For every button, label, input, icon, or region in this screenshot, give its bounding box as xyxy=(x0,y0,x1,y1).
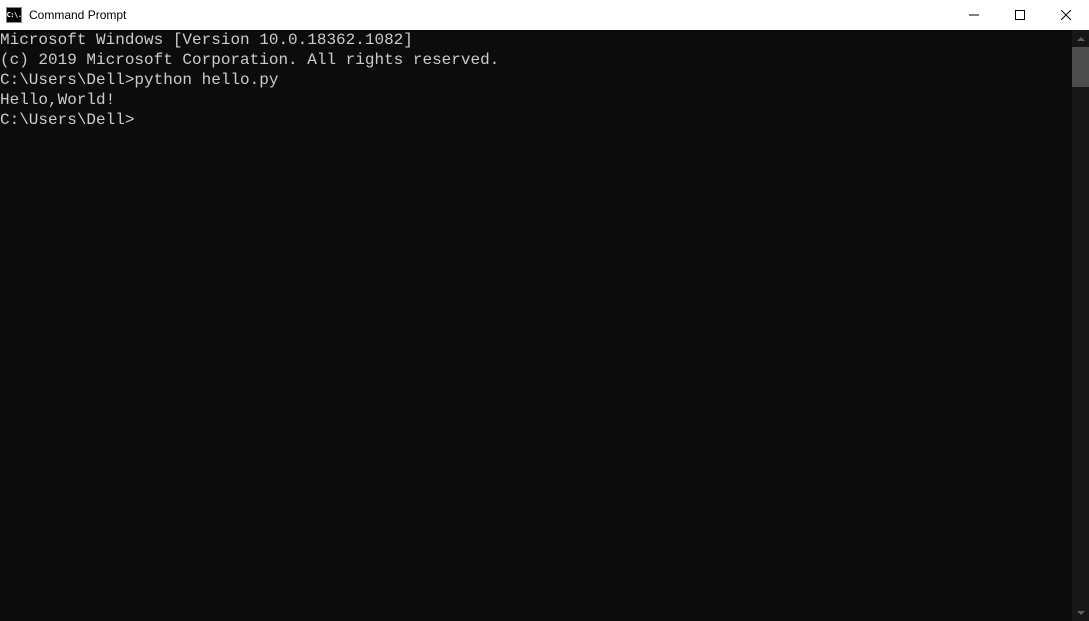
titlebar-left: C:\. Command Prompt xyxy=(0,7,126,23)
window-title: Command Prompt xyxy=(29,8,126,22)
minimize-icon xyxy=(969,10,979,20)
terminal-content[interactable]: Microsoft Windows [Version 10.0.18362.10… xyxy=(0,30,1072,621)
terminal-line: C:\Users\Dell> xyxy=(0,110,1072,130)
terminal-line: Microsoft Windows [Version 10.0.18362.10… xyxy=(0,30,1072,50)
titlebar: C:\. Command Prompt xyxy=(0,0,1089,30)
scroll-up-button[interactable] xyxy=(1072,30,1089,47)
scroll-thumb[interactable] xyxy=(1072,47,1089,87)
terminal-line: (c) 2019 Microsoft Corporation. All righ… xyxy=(0,50,1072,70)
minimize-button[interactable] xyxy=(951,0,997,30)
maximize-button[interactable] xyxy=(997,0,1043,30)
vertical-scrollbar[interactable] xyxy=(1072,30,1089,621)
maximize-icon xyxy=(1015,10,1025,20)
command-prompt-icon: C:\. xyxy=(6,7,22,23)
terminal-area[interactable]: Microsoft Windows [Version 10.0.18362.10… xyxy=(0,30,1089,621)
window-controls xyxy=(951,0,1089,30)
terminal-line: Hello,World! xyxy=(0,90,1072,110)
terminal-line: C:\Users\Dell>python hello.py xyxy=(0,70,1072,90)
scroll-down-button[interactable] xyxy=(1072,604,1089,621)
close-button[interactable] xyxy=(1043,0,1089,30)
chevron-down-icon xyxy=(1077,611,1085,615)
chevron-up-icon xyxy=(1077,37,1085,41)
close-icon xyxy=(1061,10,1071,20)
